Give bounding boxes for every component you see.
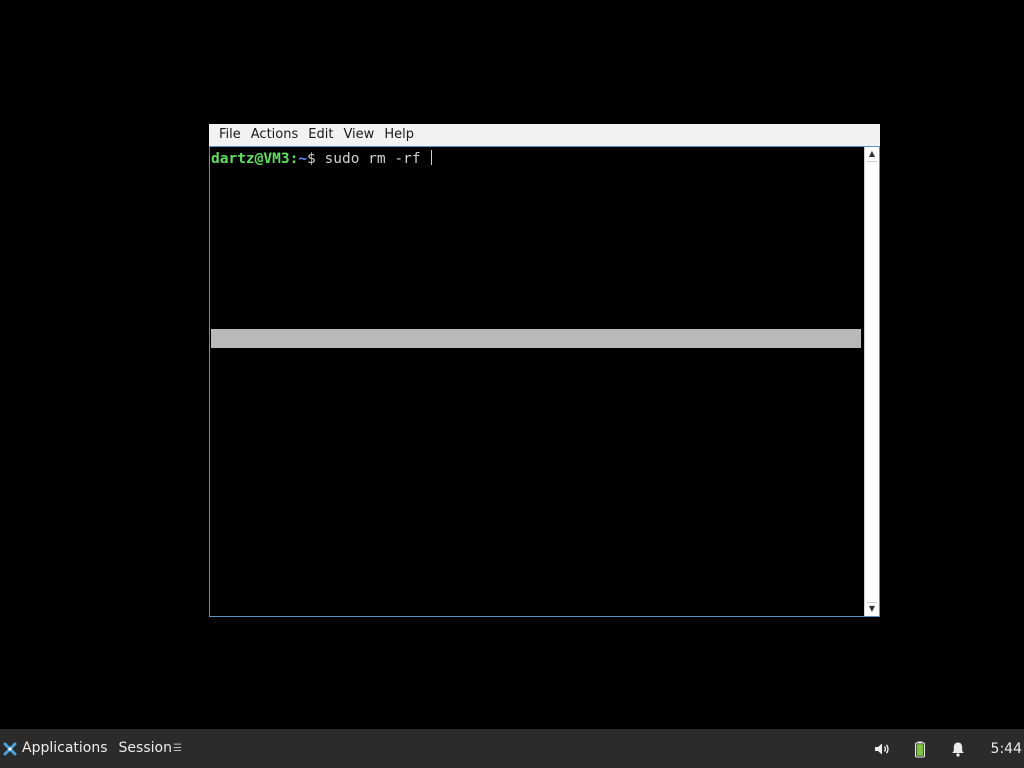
menu-help[interactable]: Help [382,124,422,146]
command-text: sudo rm -rf [324,151,430,167]
menu-actions[interactable]: Actions [249,124,307,146]
terminal-output-area[interactable]: dartz@VM3:~$ sudo rm -rf ▲ ▼ [209,146,880,617]
prompt-separator: : [289,151,299,167]
applications-menu-button[interactable]: Applications [0,729,108,768]
notification-bell-icon[interactable] [949,740,967,758]
applications-label: Applications [22,740,108,756]
scrollbar-track[interactable] [867,161,877,603]
prompt-path: ~ [298,151,308,167]
menu-file[interactable]: File [209,124,249,146]
selection-highlight-bar [211,329,861,348]
terminal-scrollbar[interactable]: ▲ ▼ [864,147,879,616]
session-menu-icon: ☰ [172,743,182,754]
session-label: Session [118,740,172,756]
volume-icon[interactable] [873,740,891,758]
session-menu-button[interactable]: Session ☰ [118,729,182,768]
text-cursor [431,150,433,165]
prompt-dollar: $ [307,151,325,167]
scroll-down-arrow-icon[interactable]: ▼ [865,603,879,615]
clock[interactable]: 5:44 [991,741,1022,757]
prompt-user-host: dartz@VM3 [211,151,290,167]
scroll-up-arrow-icon[interactable]: ▲ [865,148,879,160]
menu-view[interactable]: View [341,124,382,146]
menu-edit[interactable]: Edit [306,124,341,146]
taskbar: Applications Session ☰ 5:44 [0,729,1024,768]
system-tray: 5:44 [873,729,1024,768]
terminal-window[interactable]: File Actions Edit View Help dartz@VM3:~$… [209,124,880,617]
terminal-menubar: File Actions Edit View Help [209,124,880,147]
xfce-logo-icon [2,741,18,757]
battery-icon[interactable] [911,740,929,758]
terminal-prompt-line: dartz@VM3:~$ sudo rm -rf [211,150,433,168]
scrollbar-thumb[interactable] [868,162,876,602]
